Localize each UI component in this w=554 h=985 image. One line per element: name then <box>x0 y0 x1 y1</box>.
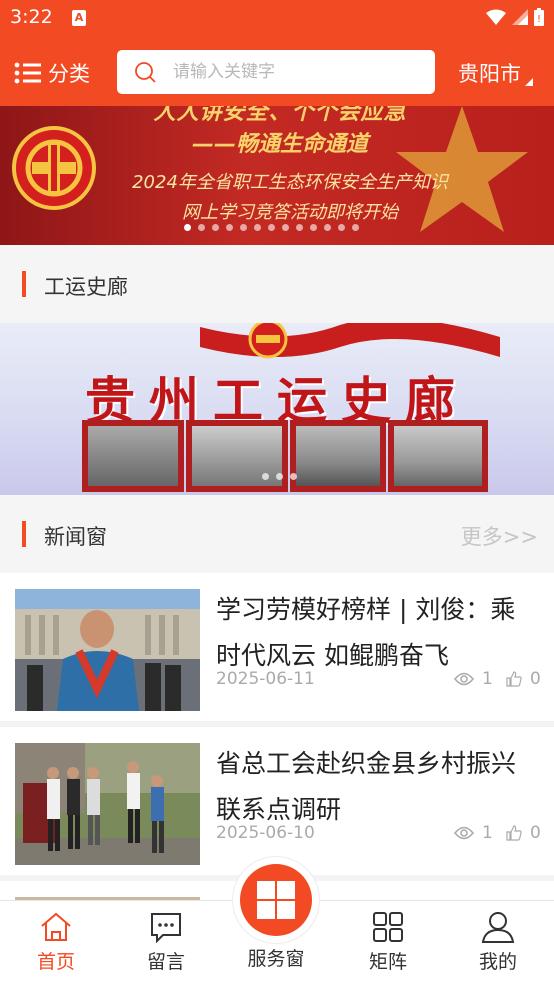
section-accent-bar <box>22 521 26 547</box>
wifi-icon <box>486 9 506 25</box>
thumbs-up-icon <box>506 825 522 841</box>
pager-dot[interactable] <box>296 224 303 231</box>
news-likes-count: 0 <box>530 823 541 843</box>
search-input[interactable] <box>173 62 413 82</box>
banner-pager[interactable] <box>184 224 359 231</box>
tab-mine[interactable]: 我的 <box>458 911 538 974</box>
news-views-count: 1 <box>482 669 493 689</box>
app-root: 3:22 A ! 分类 贵阳市 <box>0 0 554 985</box>
tab-mine-label: 我的 <box>478 951 517 973</box>
user-icon <box>481 912 515 943</box>
section-history-header: 工运史廊 <box>0 245 554 323</box>
battery-icon: ! <box>534 8 544 26</box>
pager-dot[interactable] <box>338 224 345 231</box>
tab-home-label: 首页 <box>36 951 75 973</box>
pager-dot[interactable] <box>198 224 205 231</box>
news-item[interactable]: 学习劳模好榜样 | 刘俊：乘时代风云 如鲲鹏奋飞 2025-06-11 1 0 <box>0 573 554 721</box>
tab-matrix[interactable]: 矩阵 <box>348 911 428 974</box>
pager-dot[interactable] <box>310 224 317 231</box>
history-pager[interactable] <box>262 473 297 480</box>
pager-dot[interactable] <box>324 224 331 231</box>
tab-message[interactable]: 留言 <box>126 911 206 974</box>
service-button-label: 服务窗 <box>247 948 305 970</box>
city-selector[interactable]: 贵阳市 <box>458 58 533 88</box>
banner-line2: 网上学习竞答活动即将开始 <box>182 202 398 223</box>
city-label: 贵阳市 <box>458 62 521 86</box>
news-views: 1 <box>454 823 493 843</box>
eye-icon <box>454 672 474 686</box>
top-header: 分类 贵阳市 <box>0 38 554 106</box>
status-time: 3:22 <box>10 6 53 28</box>
pager-dot[interactable] <box>212 224 219 231</box>
dropdown-triangle-icon <box>525 78 533 86</box>
history-photo <box>186 420 288 492</box>
news-item[interactable]: 省总工会赴织金县乡村振兴联系点调研 2025-06-10 1 0 <box>0 727 554 875</box>
windows-icon <box>257 881 295 919</box>
pager-dot[interactable] <box>262 473 269 480</box>
news-thumbnail <box>15 589 200 711</box>
tab-message-label: 留言 <box>146 951 185 973</box>
pager-dot[interactable] <box>268 224 275 231</box>
pager-dot[interactable] <box>184 224 191 231</box>
grid-icon <box>373 912 403 942</box>
pager-dot[interactable] <box>352 224 359 231</box>
menu-list-icon <box>14 62 41 84</box>
tab-home[interactable]: 首页 <box>16 911 96 974</box>
news-date: 2025-06-10 <box>216 823 315 843</box>
category-label: 分类 <box>48 62 90 86</box>
history-banner[interactable]: 贵州工运史廊 <box>0 323 554 495</box>
search-icon <box>135 62 156 83</box>
banner-subheadline: ——畅通生命通道 <box>191 132 368 157</box>
notification-icon: A <box>72 10 86 26</box>
news-views: 1 <box>454 669 493 689</box>
status-bar: 3:22 A ! <box>0 0 554 38</box>
history-photo <box>388 420 488 492</box>
news-title: 省总工会赴织金县乡村振兴联系点调研 <box>216 749 517 824</box>
chat-bubble-icon <box>151 913 181 943</box>
news-date: 2025-06-11 <box>216 669 315 689</box>
news-title: 学习劳模好榜样 | 刘俊：乘时代风云 如鲲鹏奋飞 <box>216 595 516 670</box>
union-emblem-icon <box>12 126 96 210</box>
news-thumbnail <box>15 743 200 865</box>
search-box[interactable] <box>117 50 435 94</box>
banner-headline: 人人讲安全、个个会应急 <box>153 106 407 125</box>
eye-icon <box>454 826 474 840</box>
category-button[interactable]: 分类 <box>14 58 90 88</box>
news-likes-count: 0 <box>530 669 541 689</box>
pager-dot[interactable] <box>240 224 247 231</box>
pager-dot[interactable] <box>282 224 289 231</box>
section-news-title: 新闻窗 <box>44 525 107 549</box>
pager-dot[interactable] <box>254 224 261 231</box>
pager-dot[interactable] <box>290 473 297 480</box>
status-icons: ! <box>486 8 544 26</box>
news-likes[interactable]: 0 <box>506 823 541 843</box>
news-likes[interactable]: 0 <box>506 669 541 689</box>
history-photo <box>290 420 386 492</box>
pager-dot[interactable] <box>226 224 233 231</box>
news-more-link[interactable]: 更多>> <box>461 521 538 551</box>
thumbs-up-icon <box>506 671 522 687</box>
signal-icon <box>512 9 528 25</box>
section-news-header: 新闻窗 更多>> <box>0 495 554 573</box>
banner-line1: 2024年全省职工生态环保安全生产知识 <box>132 172 448 193</box>
section-accent-bar <box>22 271 26 297</box>
home-icon <box>41 912 71 941</box>
pager-dot[interactable] <box>276 473 283 480</box>
news-views-count: 1 <box>482 823 493 843</box>
service-button[interactable] <box>240 864 312 936</box>
section-history-title: 工运史廊 <box>44 275 128 299</box>
promo-banner[interactable]: 人人讲安全、个个会应急 ——畅通生命通道 2024年全省职工生态环保安全生产知识… <box>0 106 554 245</box>
svg-text:!: ! <box>537 14 541 25</box>
tab-matrix-label: 矩阵 <box>368 951 407 973</box>
history-photo <box>82 420 184 492</box>
